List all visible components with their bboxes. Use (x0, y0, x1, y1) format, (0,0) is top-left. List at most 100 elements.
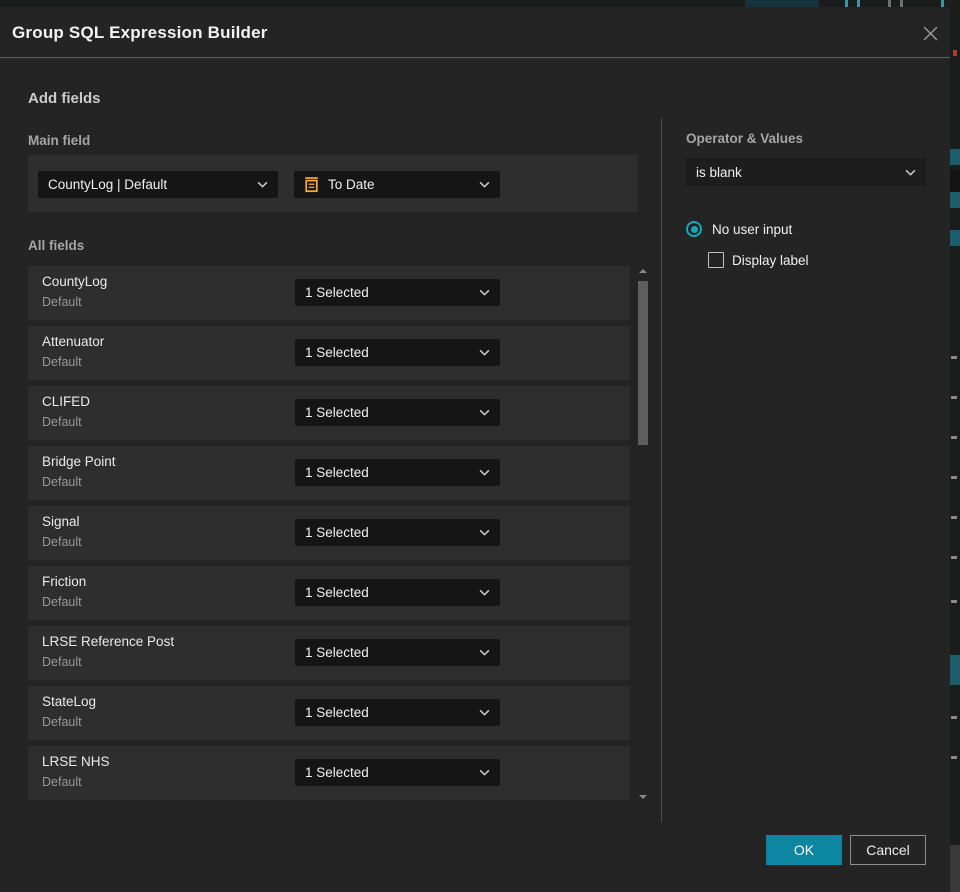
field-sublabel: Default (42, 475, 82, 489)
field-selected-dropdown[interactable]: 1 Selected (295, 519, 500, 546)
field-name: Friction (42, 574, 87, 589)
date-field-dropdown[interactable]: To Date (294, 171, 500, 198)
background-app-right-strip (950, 0, 960, 892)
field-selected-value: 1 Selected (305, 285, 369, 300)
app-fragment (951, 396, 957, 399)
app-fragment (951, 556, 957, 559)
display-label-checkbox[interactable] (708, 252, 724, 268)
field-row: StateLog Default 1 Selected (28, 686, 630, 740)
vertical-divider (661, 118, 662, 822)
chevron-down-icon (479, 529, 490, 536)
background-app-top-strip: Live view (0, 0, 960, 7)
chevron-down-icon (479, 649, 490, 656)
operator-dropdown-value: is blank (696, 164, 742, 180)
field-name: CLIFED (42, 394, 91, 409)
cancel-button[interactable]: Cancel (850, 835, 926, 865)
scroll-down-arrow-icon[interactable] (639, 795, 647, 799)
app-fragment (953, 50, 957, 56)
field-selected-dropdown[interactable]: 1 Selected (295, 639, 500, 666)
field-row: Signal Default 1 Selected (28, 506, 630, 560)
field-selected-value: 1 Selected (305, 585, 369, 600)
chevron-down-icon (479, 409, 490, 416)
display-label-label[interactable]: Display label (732, 253, 809, 268)
field-sublabel: Default (42, 715, 82, 729)
close-icon (923, 26, 937, 40)
field-selected-value: 1 Selected (305, 645, 369, 660)
app-fragment (951, 716, 957, 719)
chevron-down-icon (479, 709, 490, 716)
radio-dot (690, 225, 698, 233)
close-button[interactable] (920, 23, 940, 43)
field-selected-value: 1 Selected (305, 705, 369, 720)
app-fragment (950, 230, 960, 246)
app-fragment (951, 756, 957, 759)
all-fields-list: CountyLog Default 1 Selected Attenuator … (28, 266, 630, 806)
field-row: LRSE Reference Post Default 1 Selected (28, 626, 630, 680)
toolbar-icon-fragment (900, 0, 903, 7)
app-fragment (950, 655, 960, 685)
chevron-down-icon (479, 349, 490, 356)
field-name: LRSE NHS (42, 754, 110, 769)
field-row: Attenuator Default 1 Selected (28, 326, 630, 380)
field-row: LRSE NHS Default 1 Selected (28, 746, 630, 800)
scroll-up-arrow-icon[interactable] (639, 269, 647, 273)
chevron-down-icon (479, 769, 490, 776)
field-selected-dropdown[interactable]: 1 Selected (295, 399, 500, 426)
main-field-dropdown[interactable]: CountyLog | Default (38, 171, 278, 198)
field-selected-dropdown[interactable]: 1 Selected (295, 579, 500, 606)
app-fragment (950, 149, 960, 165)
ok-button[interactable]: OK (766, 835, 842, 865)
group-sql-expression-builder-dialog: Group SQL Expression Builder Add fields … (0, 7, 950, 892)
operator-dropdown[interactable]: is blank (686, 158, 926, 186)
dialog-title-bar: Group SQL Expression Builder (0, 7, 950, 58)
field-selected-dropdown[interactable]: 1 Selected (295, 279, 500, 306)
field-selected-dropdown[interactable]: 1 Selected (295, 339, 500, 366)
scrollbar-thumb[interactable] (638, 281, 648, 445)
app-fragment (951, 476, 957, 479)
field-name: LRSE Reference Post (42, 634, 175, 649)
field-selected-dropdown[interactable]: 1 Selected (295, 459, 500, 486)
field-row: Bridge Point Default 1 Selected (28, 446, 630, 500)
fields-list-scrollbar[interactable] (636, 263, 650, 801)
chevron-down-icon (479, 181, 490, 188)
field-name: CountyLog (42, 274, 108, 289)
main-field-label: Main field (28, 133, 91, 148)
chevron-down-icon (479, 469, 490, 476)
field-selected-value: 1 Selected (305, 465, 369, 480)
field-sublabel: Default (42, 295, 82, 309)
field-selected-value: 1 Selected (305, 345, 369, 360)
field-row: Friction Default 1 Selected (28, 566, 630, 620)
chevron-down-icon (479, 289, 490, 296)
app-fragment (950, 845, 960, 892)
no-user-input-radio[interactable] (686, 221, 702, 237)
field-name: Signal (42, 514, 80, 529)
dialog-title: Group SQL Expression Builder (12, 23, 268, 42)
field-name: Bridge Point (42, 454, 116, 469)
app-fragment (951, 516, 957, 519)
field-row: CountyLog Default 1 Selected (28, 266, 630, 320)
app-fragment (950, 192, 960, 208)
chevron-down-icon (905, 169, 916, 176)
app-fragment (951, 356, 957, 359)
field-name: Attenuator (42, 334, 105, 349)
field-selected-dropdown[interactable]: 1 Selected (295, 759, 500, 786)
field-sublabel: Default (42, 415, 82, 429)
live-view-button-fragment: Live view (745, 0, 819, 7)
field-selected-dropdown[interactable]: 1 Selected (295, 699, 500, 726)
field-sublabel: Default (42, 595, 82, 609)
no-user-input-label[interactable]: No user input (712, 222, 792, 237)
app-fragment (950, 170, 960, 192)
date-field-dropdown-value: To Date (328, 177, 375, 192)
field-row: CLIFED Default 1 Selected (28, 386, 630, 440)
field-selected-value: 1 Selected (305, 405, 369, 420)
all-fields-label: All fields (28, 238, 85, 253)
field-name: StateLog (42, 694, 97, 709)
toolbar-icon-fragment (857, 0, 860, 7)
field-sublabel: Default (42, 535, 82, 549)
chevron-down-icon (479, 589, 490, 596)
calendar-icon (304, 176, 319, 193)
field-selected-value: 1 Selected (305, 525, 369, 540)
field-sublabel: Default (42, 655, 82, 669)
field-sublabel: Default (42, 355, 82, 369)
chevron-down-icon (257, 181, 268, 188)
